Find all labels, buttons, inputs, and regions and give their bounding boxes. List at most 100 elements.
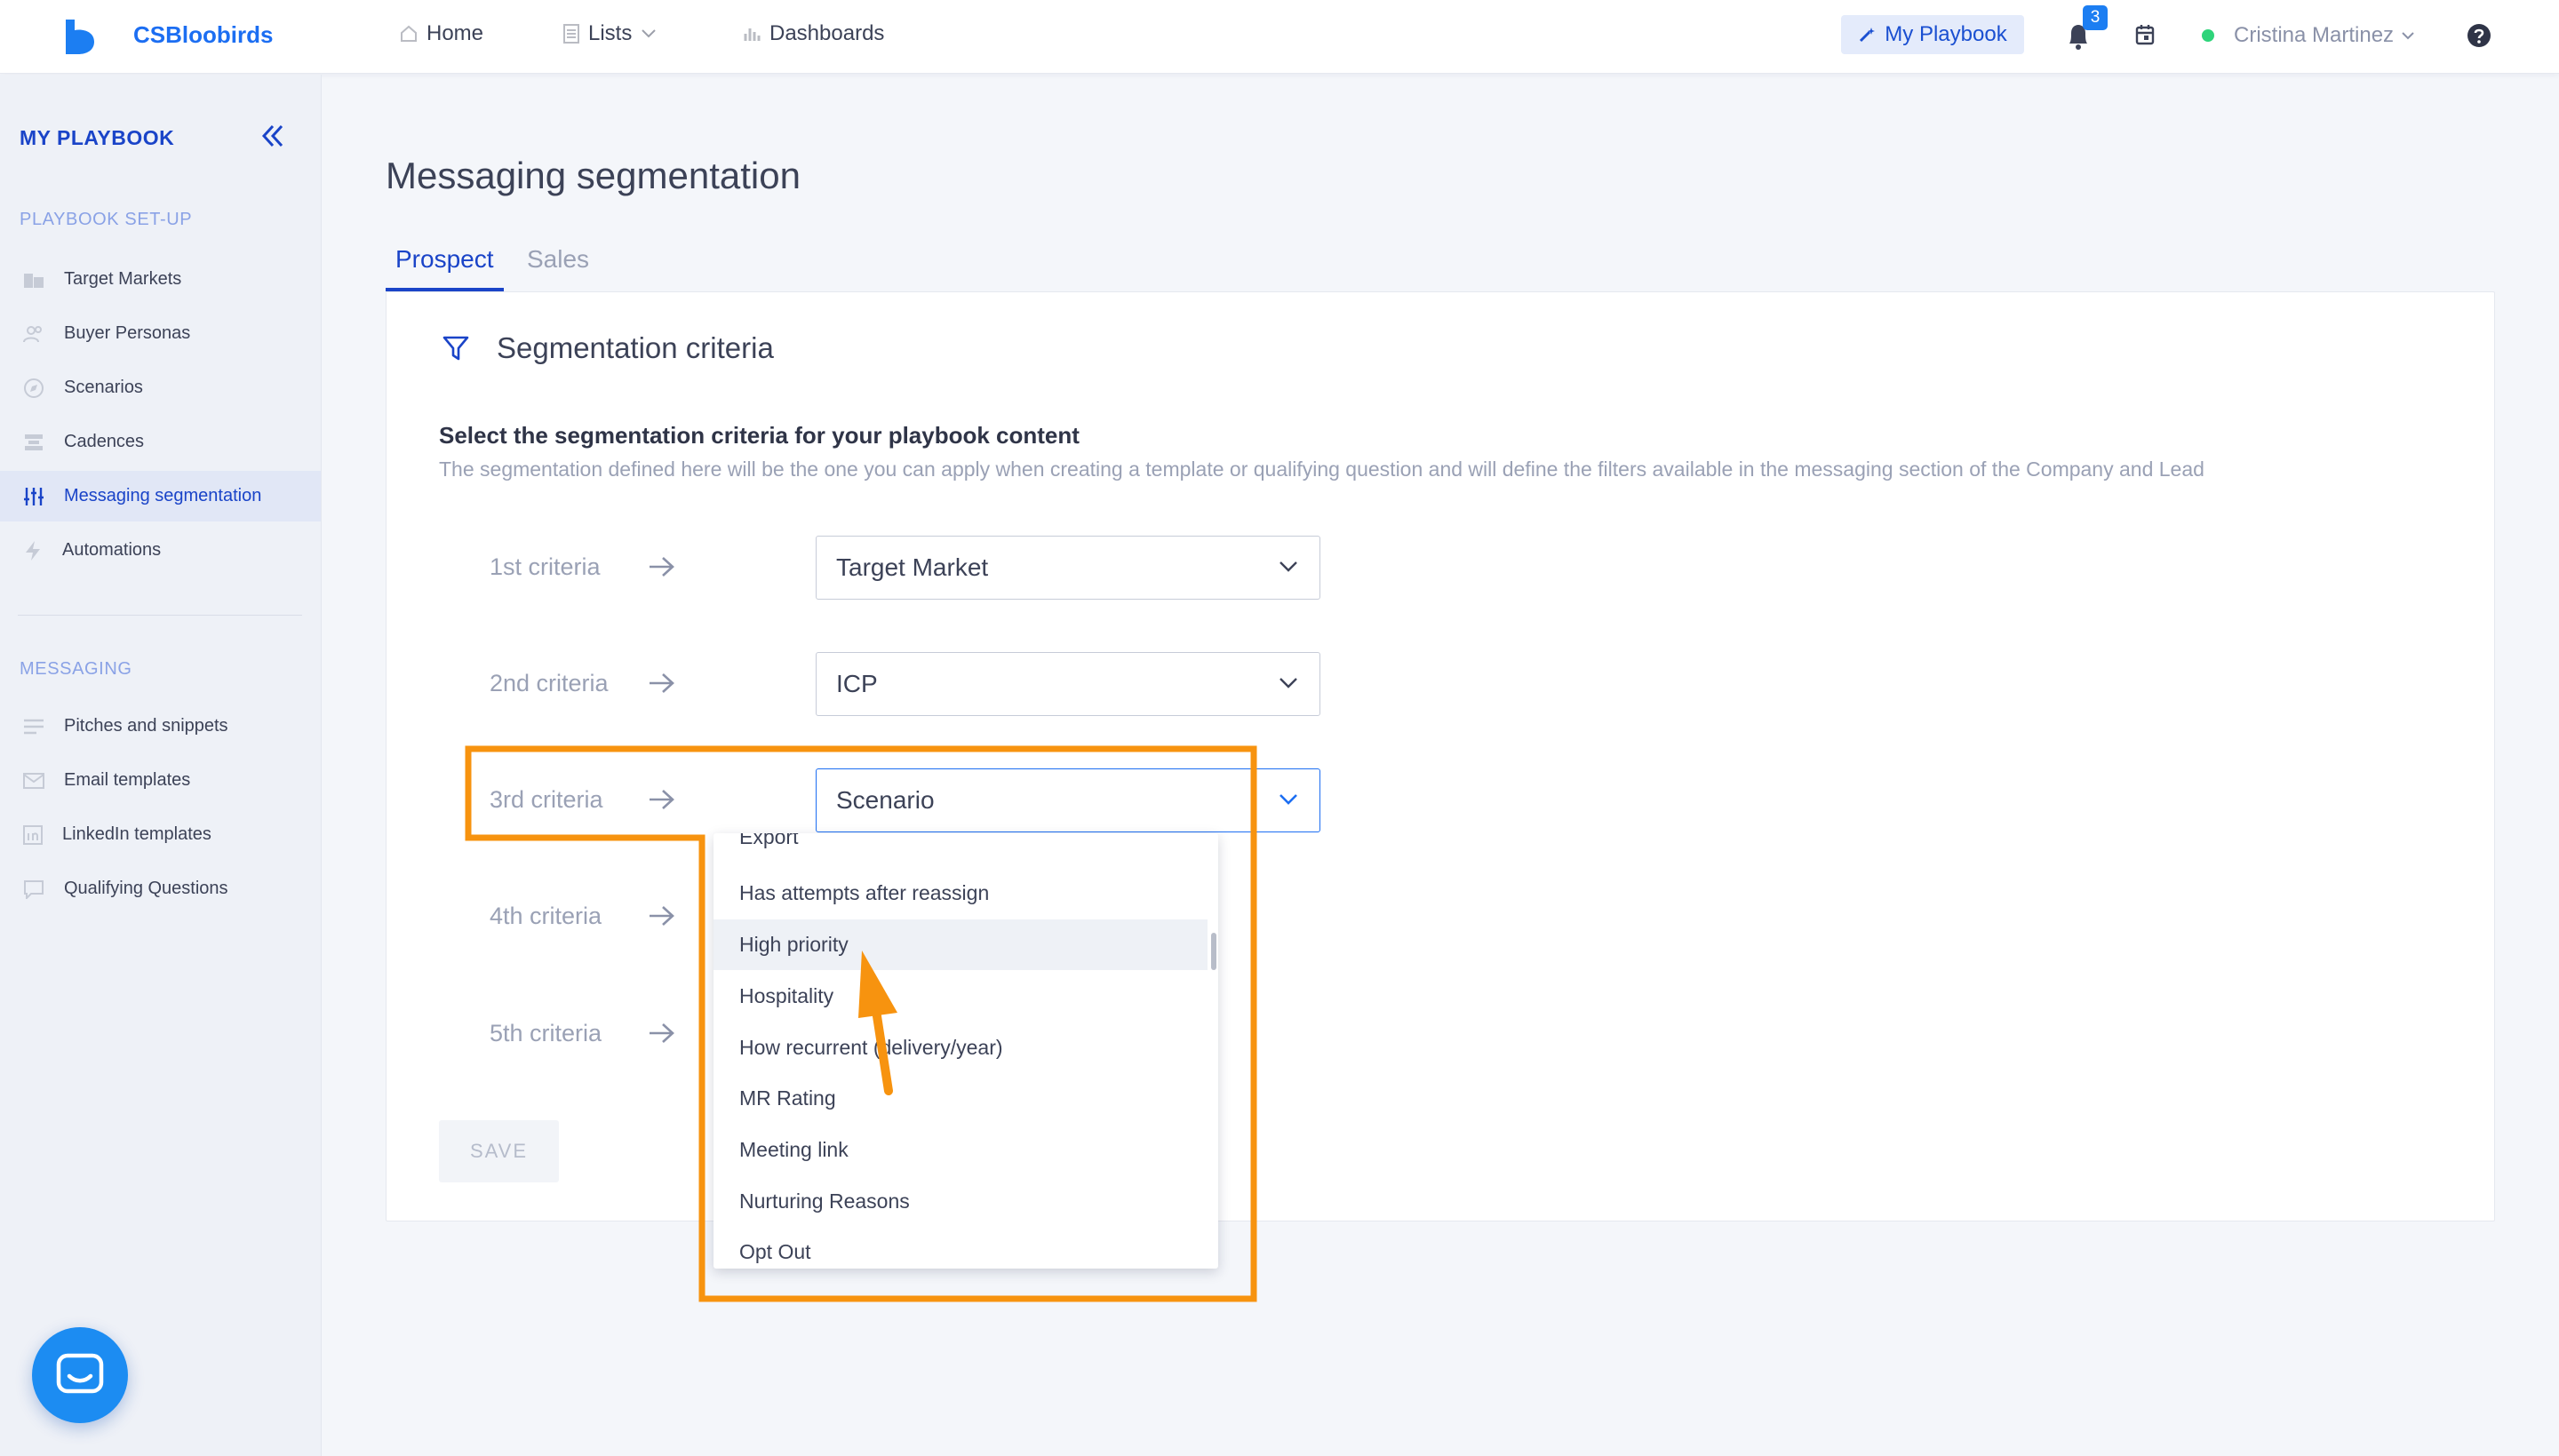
dropdown-option[interactable]: Opt Out (713, 1227, 1208, 1269)
sidebar-item-label: Messaging segmentation (64, 486, 262, 505)
filter-icon (442, 336, 469, 361)
dropdown-option[interactable]: MR Rating (713, 1073, 1208, 1124)
sidebar-item-email-templates[interactable]: Email templates (0, 755, 321, 806)
sidebar-item-label: LinkedIn templates (62, 824, 211, 844)
sidebar-item-scenarios[interactable]: Scenarios (0, 362, 321, 413)
criteria-row-2: 2nd criteria ICP (490, 652, 1320, 716)
card-subtitle: Select the segmentation criteria for you… (439, 422, 1080, 449)
chevron-down-icon (1280, 678, 1297, 688)
criteria-label: 2nd criteria (490, 670, 609, 696)
criteria-label: 1st criteria (490, 553, 601, 580)
arrow-right-icon (650, 790, 674, 809)
criteria-select-3[interactable]: Scenario (816, 768, 1320, 832)
select-value: ICP (836, 670, 878, 697)
dropdown-scrollbar[interactable] (1211, 933, 1216, 970)
online-status-icon (2202, 29, 2214, 42)
sidebar-item-label: Qualifying Questions (64, 879, 228, 898)
sidebar-item-messaging-segmentation[interactable]: Messaging segmentation (0, 471, 321, 521)
nav-dashboards-label: Dashboards (769, 21, 885, 45)
criteria-label: 5th criteria (490, 1020, 602, 1046)
select-value: Scenario (836, 786, 935, 814)
nav-dashboards[interactable]: Dashboards (743, 21, 884, 46)
cadence-icon (25, 434, 43, 450)
arrow-right-icon (650, 1023, 674, 1043)
sidebar-item-label: Cadences (64, 432, 145, 451)
home-icon (401, 25, 417, 42)
criteria-select-2[interactable]: ICP (816, 652, 1320, 716)
my-playbook-label: My Playbook (1885, 22, 2007, 46)
chevron-down-icon (1280, 794, 1297, 805)
page-title: Messaging segmentation (386, 155, 801, 196)
nav-lists-label: Lists (588, 21, 633, 45)
notification-badge: 3 (2083, 5, 2108, 30)
lines-icon (24, 719, 44, 734)
segmentation-card: Segmentation criteria Select the segment… (386, 291, 2495, 1221)
sidebar-item-linkedin-templates[interactable]: LinkedIn templates (0, 809, 321, 860)
arrow-right-icon (650, 906, 674, 926)
sliders-icon (24, 487, 44, 505)
sidebar: MY PLAYBOOK PLAYBOOK SET-UP Target Marke… (0, 75, 322, 1456)
brand-name[interactable]: CSBloobirds (133, 21, 273, 49)
building-icon (24, 273, 44, 288)
compass-icon (24, 378, 44, 398)
nav-home-label: Home (426, 21, 484, 45)
sidebar-item-label: Automations (62, 540, 162, 560)
support-chat-button[interactable] (32, 1327, 128, 1423)
sidebar-title: MY PLAYBOOK (20, 126, 175, 149)
dropdown-option[interactable]: Has attempts after reassign (713, 868, 1208, 919)
mail-icon (23, 772, 44, 789)
dropdown-option[interactable]: How recurrent (delivery/year) (713, 1022, 1208, 1073)
sidebar-item-buyer-personas[interactable]: Buyer Personas (0, 308, 321, 359)
user-menu[interactable]: Cristina Martinez (2202, 23, 2415, 48)
dropdown-option[interactable]: Meeting link (713, 1125, 1208, 1175)
sidebar-item-qualifying-questions[interactable]: Qualifying Questions (0, 863, 321, 914)
select-value: Target Market (836, 553, 989, 581)
sidebar-item-label: Buyer Personas (64, 323, 191, 343)
sidebar-item-label: Scenarios (64, 378, 143, 397)
calendar-icon[interactable] (2135, 24, 2155, 45)
tab-prospect[interactable]: Prospect (386, 240, 504, 291)
criteria-dropdown-menu[interactable]: Export Has attempts after reassign High … (713, 833, 1218, 1269)
dropdown-option[interactable]: Export (713, 833, 1208, 863)
chat-widget-icon (56, 1353, 104, 1394)
people-icon (23, 325, 42, 342)
dropdown-option-hovered[interactable]: High priority (713, 919, 1208, 970)
help-icon[interactable] (2467, 23, 2491, 48)
sidebar-item-target-markets[interactable]: Target Markets (0, 254, 321, 305)
sidebar-section-messaging: MESSAGING (20, 659, 132, 679)
criteria-row-1: 1st criteria Target Market (490, 536, 1320, 600)
criteria-label: 3rd criteria (490, 786, 603, 813)
save-button[interactable]: SAVE (439, 1120, 559, 1182)
magic-wand-icon (1860, 28, 1876, 43)
tab-sales[interactable]: Sales (517, 240, 599, 291)
nav-lists[interactable]: Lists (563, 21, 657, 46)
criteria-row-3: 3rd criteria Scenario (490, 768, 1320, 832)
criteria-select-1[interactable]: Target Market (816, 536, 1320, 600)
card-description: The segmentation defined here will be th… (439, 457, 2204, 481)
sidebar-item-cadences[interactable]: Cadences (0, 417, 321, 467)
chart-icon (744, 28, 761, 41)
criteria-label: 4th criteria (490, 903, 602, 929)
chevron-down-icon (2402, 32, 2414, 40)
my-playbook-button[interactable]: My Playbook (1841, 15, 2024, 54)
sidebar-divider (18, 615, 302, 616)
bolt-icon (26, 540, 40, 561)
sidebar-item-automations[interactable]: Automations (0, 525, 321, 576)
list-icon (563, 24, 579, 44)
sidebar-section-setup: PLAYBOOK SET-UP (20, 210, 193, 229)
card-header: Segmentation criteria (442, 331, 774, 365)
top-bar: CSBloobirds Home Lists Dashboards My Pla… (0, 0, 2559, 74)
dropdown-option[interactable]: Hospitality (713, 971, 1208, 1022)
sidebar-item-pitches[interactable]: Pitches and snippets (0, 701, 321, 752)
sidebar-item-label: Pitches and snippets (64, 716, 228, 736)
user-name: Cristina Martinez (2234, 23, 2395, 47)
dropdown-option[interactable]: Nurturing Reasons (713, 1176, 1208, 1227)
arrow-right-icon (650, 673, 674, 693)
collapse-sidebar-icon[interactable] (260, 123, 285, 148)
chevron-down-icon (1280, 561, 1297, 572)
sidebar-item-label: Target Markets (64, 269, 182, 289)
nav-home[interactable]: Home (400, 21, 483, 46)
sidebar-item-label: Email templates (64, 770, 191, 790)
card-title: Segmentation criteria (497, 331, 774, 364)
bloobirds-logo-icon[interactable] (62, 18, 98, 55)
